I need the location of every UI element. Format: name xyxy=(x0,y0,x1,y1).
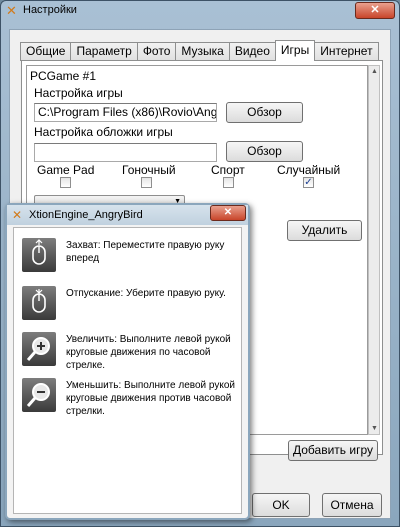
window-title: Настройки xyxy=(23,4,77,16)
app-icon: ✕ xyxy=(6,3,17,18)
tab-general[interactable]: Общие xyxy=(20,42,72,61)
tab-video[interactable]: Видео xyxy=(228,42,276,61)
racing-checkbox[interactable] xyxy=(141,177,152,188)
gesture-zoom-out-text: Уменьшить: Выполните левой рукой круговы… xyxy=(66,380,235,417)
hand-forward-icon xyxy=(22,238,56,272)
gesture-grab-text: Захват: Переместите правую руку вперед xyxy=(66,240,225,264)
close-button[interactable]: ✕ xyxy=(355,2,395,19)
racing-label: Гоночный xyxy=(122,163,176,177)
vertical-scrollbar[interactable]: ▲ ▼ xyxy=(368,65,380,435)
gesture-list: Захват: Переместите правую руку вперед О… xyxy=(13,227,242,514)
sport-checkbox[interactable] xyxy=(223,177,234,188)
random-label: Случайный xyxy=(277,163,341,177)
zoom-in-icon xyxy=(22,332,56,366)
title-bar[interactable]: ✕ Настройки ✕ xyxy=(1,1,399,21)
cover-path-field[interactable] xyxy=(34,143,217,162)
tab-music[interactable]: Музыка xyxy=(175,42,230,61)
scroll-down-icon[interactable]: ▼ xyxy=(371,425,378,432)
tab-parameters[interactable]: Параметр xyxy=(70,42,138,61)
random-checkbox[interactable]: ✓ xyxy=(303,177,314,188)
game-path-field[interactable]: C:\Program Files (x86)\Rovio\Angry xyxy=(34,103,217,122)
ok-button[interactable]: OK xyxy=(252,493,310,517)
game-path-label: Настройка игры xyxy=(34,86,123,100)
cover-label: Настройка обложки игры xyxy=(34,125,173,139)
cancel-button[interactable]: Отмена xyxy=(322,493,382,517)
game-header: PCGame #1 xyxy=(30,69,97,83)
popup-title: XtionEngine_AngryBird xyxy=(29,209,143,221)
add-game-button[interactable]: Добавить игру xyxy=(288,440,378,461)
gesture-zoom-in-text: Увеличить: Выполните левой рукой круговы… xyxy=(66,334,231,371)
tab-photo[interactable]: Фото xyxy=(136,42,177,61)
popup-title-bar[interactable]: ✕ XtionEngine_AngryBird ✕ xyxy=(7,205,248,225)
sport-label: Спорт xyxy=(211,163,245,177)
browse-game-button[interactable]: Обзор xyxy=(226,102,303,123)
gamepad-checkbox[interactable] xyxy=(60,177,71,188)
zoom-out-icon xyxy=(22,378,56,412)
browse-cover-button[interactable]: Обзор xyxy=(226,141,303,162)
gesture-release-text: Отпускание: Уберите правую руку. xyxy=(66,288,226,299)
gamepad-label: Game Pad xyxy=(37,163,95,177)
tab-internet[interactable]: Интернет xyxy=(314,42,379,61)
app-icon: ✕ xyxy=(12,208,23,222)
delete-button[interactable]: Удалить xyxy=(287,220,362,241)
hand-release-icon xyxy=(22,286,56,320)
popup-close-button[interactable]: ✕ xyxy=(210,205,246,221)
tab-strip: Общие Параметр Фото Музыка Видео Игры Ин… xyxy=(20,40,379,61)
gesture-help-window: ✕ XtionEngine_AngryBird ✕ Захват: Переме… xyxy=(5,203,250,520)
tab-games[interactable]: Игры xyxy=(274,40,316,61)
scroll-up-icon[interactable]: ▲ xyxy=(371,68,378,75)
